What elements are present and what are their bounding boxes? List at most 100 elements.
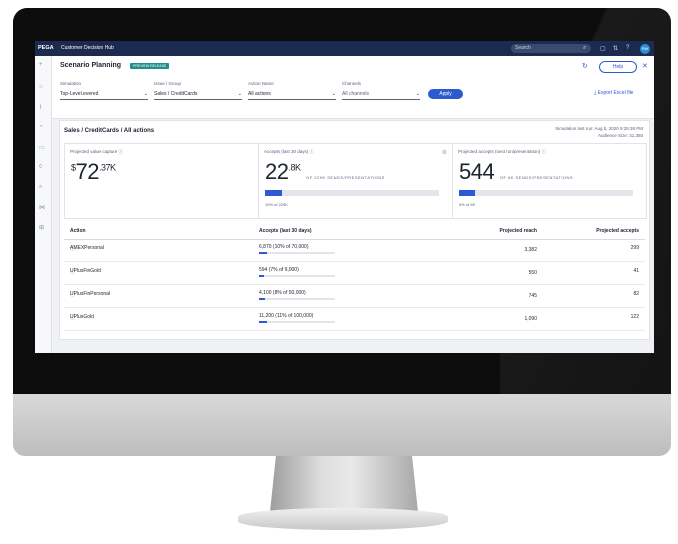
preview-badge: PREVIEW RELEASE	[130, 63, 170, 69]
gauge-icon[interactable]: ◔	[39, 124, 43, 130]
close-icon[interactable]: ✕	[642, 62, 648, 70]
progress-note: 9% of 6K	[459, 202, 476, 207]
app-screen: PEGA Customer Decision Hub Search ⌕ ▢ ⇅ …	[35, 41, 654, 353]
table-row[interactable]: AMEXPersonal ⓘ 6,870 (10% of 70,000) 3,382…	[64, 239, 645, 262]
refresh-icon[interactable]: ↻	[582, 62, 588, 70]
progress-note: 10% of 229K	[265, 202, 288, 207]
card-accepts: Accepts (last 30 days) ⓘ ⚙ 22.8K OF 229K…	[258, 144, 453, 218]
card-value: 544 OF 6K SENDS/PRESENTATIONS	[459, 159, 574, 184]
table-row[interactable]: UPlusFinGold ⓘ 594 (7% of 9,000) 550 41	[64, 262, 645, 285]
help-icon[interactable]: ?	[626, 45, 629, 51]
simulation-value: Top-Level.evered	[60, 91, 99, 97]
accepts-bar	[259, 252, 335, 254]
accepts-bar	[259, 321, 335, 323]
filter-label-simulation: Simulation	[60, 81, 82, 86]
progress-fill	[259, 321, 268, 323]
location-icon[interactable]: ◊	[39, 164, 42, 170]
grid-icon[interactable]: ⊞	[39, 224, 44, 231]
add-icon[interactable]: +	[39, 62, 43, 68]
col-action[interactable]: Action	[70, 228, 86, 234]
issue-group-value: Sales / CreditCards	[154, 91, 198, 97]
left-nav: + ○ ⌇ ◔ ▭ ◊ ⌕ ⋈ ⊞	[35, 56, 52, 353]
accepts-value: 6,870 (10% of 70,000)	[259, 244, 309, 250]
apply-button[interactable]: Apply	[428, 89, 463, 99]
gear-icon[interactable]: ⚙	[442, 149, 447, 156]
info-icon: ⓘ	[70, 315, 76, 321]
accepts-bar	[259, 275, 335, 277]
card-value: 22.8K OF 229K SENDS/PRESENTATIONS	[265, 159, 385, 184]
issue-group-select[interactable]: Sales / CreditCards ⌄	[154, 89, 242, 100]
progress-fill	[259, 275, 265, 277]
card-label: Accepts (last 30 days) ⓘ	[264, 149, 315, 154]
help-button[interactable]: Help	[599, 61, 637, 73]
monitor-stand-foot	[238, 508, 448, 530]
accepts-value: 11,200 (11% of 100,000)	[259, 313, 314, 319]
card-value: $72.37K	[71, 159, 116, 184]
audience-size: Audience Size: 31,350	[597, 132, 643, 138]
action-name-value: All actions	[248, 91, 271, 97]
projected-accepts-value: 41	[633, 268, 639, 274]
col-accepts[interactable]: Accepts (last 30 days)	[259, 228, 312, 234]
card-projected-accepts: Projected accepts (next run/presentation…	[452, 144, 647, 218]
chart-icon[interactable]: ⌇	[39, 104, 42, 111]
app-name: Customer Decision Hub	[61, 45, 114, 51]
progress-bar	[459, 190, 633, 196]
chevron-down-icon: ⌄	[143, 91, 148, 97]
simulation-last-run: Simulation last run: Aug 5, 2020 9:25:38…	[555, 126, 643, 131]
channels-select[interactable]: All channels ⌄	[342, 89, 420, 100]
share-icon[interactable]: ⇅	[613, 45, 618, 52]
search-icon[interactable]: ⌕	[583, 45, 586, 52]
kpi-cards: Projected value capture ⓘ $72.37K Accept…	[64, 143, 647, 219]
info-icon: ⓘ	[70, 269, 76, 275]
projected-accepts-value: 299	[630, 245, 639, 251]
projected-reach-value: 3,382	[524, 247, 537, 253]
filter-label-action-name: Action Name	[248, 81, 274, 86]
notes-icon[interactable]: ▢	[600, 45, 606, 52]
monitor-stand-neck	[270, 456, 418, 512]
target-icon[interactable]: ○	[39, 84, 43, 90]
progress-fill	[459, 190, 475, 196]
document-icon[interactable]: ▭	[39, 144, 45, 151]
accepts-value: 4,100 (8% of 50,000)	[259, 290, 306, 296]
channels-value: All channels	[342, 91, 369, 97]
filter-label-issue-group: Issue / Group	[154, 81, 182, 86]
progress-bar	[265, 190, 439, 196]
col-projected-reach[interactable]: Projected reach	[499, 228, 537, 234]
progress-fill	[259, 298, 266, 300]
projected-reach-value: 745	[528, 293, 537, 299]
projected-accepts-value: 122	[630, 314, 639, 320]
chevron-down-icon: ⌄	[415, 91, 420, 97]
projected-reach-value: 1,090	[524, 316, 537, 322]
card-label: Projected accepts (next run/presentation…	[458, 149, 547, 154]
simulation-info: Simulation last run: Aug 5, 2020 9:25:38…	[555, 126, 643, 139]
col-projected-accepts[interactable]: Projected accepts	[596, 228, 639, 234]
export-label: Export Excel file	[597, 90, 634, 96]
search-nav-icon[interactable]: ⌕	[39, 184, 42, 191]
action-name-select[interactable]: All actions ⌄	[248, 89, 336, 100]
filter-label-channels: Channels	[342, 81, 362, 86]
table-header: Action Accepts (last 30 days) Projected …	[64, 222, 645, 240]
avatar[interactable]: RW	[640, 44, 650, 54]
page-header: Scenario Planning PREVIEW RELEASE ↻ Help…	[52, 56, 654, 119]
search-input[interactable]: Search	[511, 44, 591, 53]
info-icon: ⓘ	[541, 149, 547, 154]
accepts-value: 594 (7% of 9,000)	[259, 267, 299, 273]
simulation-select[interactable]: Top-Level.evered ⌄	[60, 89, 148, 100]
info-icon: ⓘ	[70, 292, 76, 298]
info-icon: ⓘ	[70, 246, 76, 252]
info-icon: ⓘ	[309, 149, 315, 154]
table-row[interactable]: UPlusFinPersonal ⓘ 4,100 (8% of 50,000) 74…	[64, 285, 645, 308]
chevron-down-icon: ⌄	[237, 91, 242, 97]
network-icon[interactable]: ⋈	[39, 204, 45, 211]
progress-fill	[259, 252, 267, 254]
page-title: Scenario Planning	[60, 62, 122, 69]
card-label: Projected value capture ⓘ	[70, 149, 124, 154]
top-bar: PEGA Customer Decision Hub Search ⌕ ▢ ⇅ …	[35, 41, 654, 56]
chevron-down-icon: ⌄	[331, 91, 336, 97]
results-panel: Sales / CreditCards / All actions Simula…	[59, 120, 650, 340]
table-row[interactable]: UPlusGold ⓘ 11,200 (11% of 100,000) 1,090 1…	[64, 308, 645, 331]
card-value-capture: Projected value capture ⓘ $72.37K	[65, 144, 258, 218]
export-excel-link[interactable]: ⤓ Export Excel file	[594, 90, 633, 96]
app-logo: PEGA	[38, 45, 54, 51]
info-icon: ⓘ	[118, 149, 124, 154]
